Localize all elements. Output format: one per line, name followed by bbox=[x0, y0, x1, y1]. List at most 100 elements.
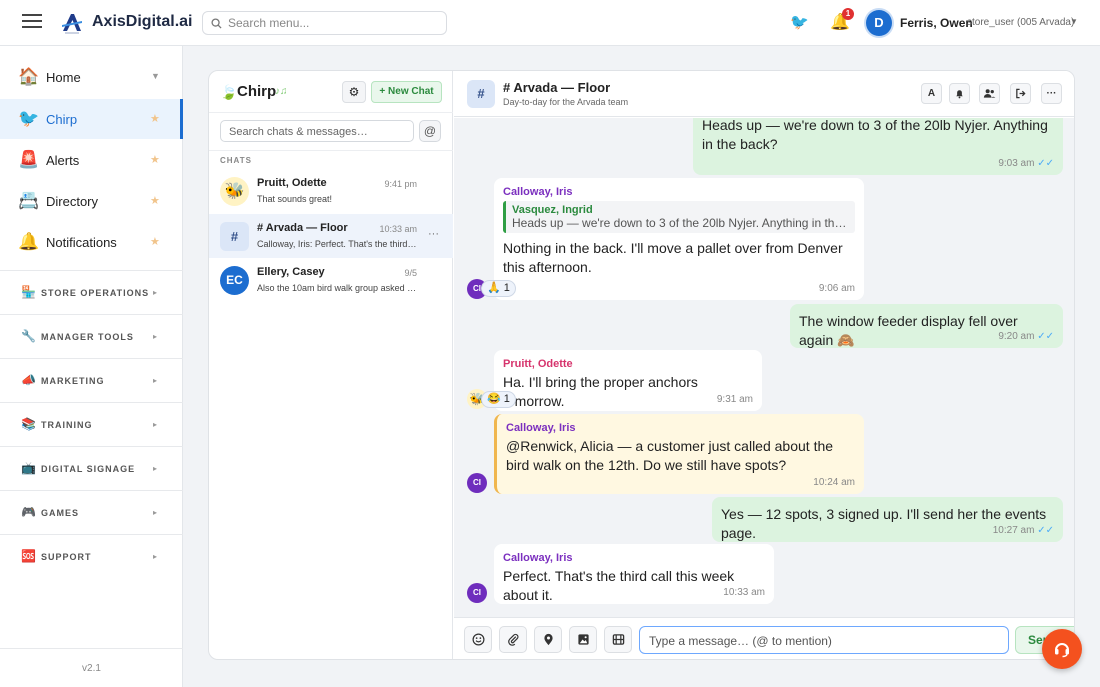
app-version: v2.1 bbox=[0, 648, 183, 687]
message-outgoing[interactable]: Yes — 12 spots, 3 signed up. I'll send h… bbox=[712, 497, 1063, 542]
favorite-star-icon[interactable]: ★ bbox=[150, 153, 160, 166]
books-icon: 📚 bbox=[21, 417, 36, 431]
chat-search-input[interactable] bbox=[229, 124, 409, 139]
gif-button[interactable] bbox=[604, 626, 632, 653]
message-sender[interactable]: Calloway, Iris bbox=[506, 422, 855, 434]
user-avatar[interactable]: D bbox=[866, 10, 892, 36]
store-icon: 🏪 bbox=[21, 285, 36, 299]
leave-chat-button[interactable] bbox=[1010, 83, 1031, 104]
sidebar-item-alerts[interactable]: 🚨 Alerts ★ bbox=[0, 140, 183, 180]
top-bar: AxisDigital.ai 🐦 🔔 1 D Ferris, Owen stor… bbox=[0, 0, 1100, 46]
user-menu-caret-icon[interactable]: ▼ bbox=[1070, 17, 1078, 26]
sender-avatar[interactable]: CI bbox=[467, 473, 487, 493]
user-role: store_user (005 Arvada) bbox=[967, 17, 1075, 28]
text-size-button[interactable]: A bbox=[921, 83, 942, 104]
sidebar-section-support[interactable]: 🆘 SUPPORT ▸ bbox=[0, 534, 183, 578]
hamburger-menu-icon[interactable] bbox=[22, 14, 42, 32]
music-notes-icon: ♪♫ bbox=[275, 86, 288, 97]
reaction-pill[interactable]: 😂 1 bbox=[481, 391, 516, 408]
emoji-button[interactable] bbox=[464, 626, 492, 653]
divider bbox=[209, 150, 453, 151]
sidebar-item-directory[interactable]: 📇 Directory ★ bbox=[0, 181, 183, 221]
mute-bell-button[interactable] bbox=[949, 83, 970, 104]
gear-icon: ⚙ bbox=[348, 85, 360, 99]
sidebar-section-digital-signage[interactable]: 📺 DIGITAL SIGNAGE ▸ bbox=[0, 446, 183, 490]
message-sender[interactable]: Pruitt, Odette bbox=[503, 358, 753, 370]
attach-button[interactable] bbox=[499, 626, 527, 653]
sidebar-item-label: Directory bbox=[46, 194, 99, 209]
sidebar: 🏠 Home ▼ 🐦 Chirp ★ 🚨 Alerts ★ 📇 Director… bbox=[0, 46, 183, 687]
more-icon: ··· bbox=[1046, 88, 1057, 99]
bell-icon bbox=[956, 90, 963, 99]
more-options-icon[interactable]: ··· bbox=[428, 228, 439, 240]
mentions-button[interactable]: @ bbox=[419, 120, 441, 142]
location-button[interactable] bbox=[534, 626, 562, 653]
message-text: Ha. I'll bring the proper anchors tomorr… bbox=[503, 374, 698, 409]
chevron-down-icon[interactable]: ▼ bbox=[151, 71, 160, 81]
sidebar-section-store-operations[interactable]: 🏪 STORE OPERATIONS ▸ bbox=[0, 270, 183, 314]
conversation-title: # Arvada — Floor bbox=[503, 80, 611, 95]
chat-avatar: EC bbox=[220, 266, 249, 295]
chat-name: Pruitt, Odette bbox=[257, 177, 327, 189]
favorite-star-icon[interactable]: ★ bbox=[150, 194, 160, 207]
chat-row-arvada-floor[interactable]: # # Arvada — Floor 10:33 am Calloway, Ir… bbox=[209, 214, 453, 258]
chat-preview: Calloway, Iris: Perfect. That's the thir… bbox=[257, 239, 417, 249]
chat-search-box[interactable] bbox=[220, 120, 414, 142]
conversation-header: # # Arvada — Floor Day-to-day for the Ar… bbox=[454, 71, 1074, 117]
message-outgoing[interactable]: The window feeder display fell over agai… bbox=[790, 304, 1063, 348]
chevron-right-icon: ▸ bbox=[153, 552, 158, 561]
message-outgoing[interactable]: Heads up — we're down to 3 of the 20lb N… bbox=[693, 118, 1063, 175]
favorite-star-icon[interactable]: ★ bbox=[150, 235, 160, 248]
members-button[interactable] bbox=[979, 83, 1000, 104]
axis-logo-icon[interactable] bbox=[60, 11, 84, 35]
leaf-icon: 🍃 bbox=[220, 84, 238, 100]
channel-hash-icon: # bbox=[467, 80, 495, 108]
sidebar-item-chirp[interactable]: 🐦 Chirp ★ bbox=[0, 99, 183, 139]
section-label: MANAGER TOOLS bbox=[41, 332, 134, 342]
sidebar-section-training[interactable]: 📚 TRAINING ▸ bbox=[0, 402, 183, 446]
message-input[interactable] bbox=[649, 633, 999, 648]
chat-row-pruitt[interactable]: 🐝 Pruitt, Odette 9:41 pm That sounds gre… bbox=[209, 169, 453, 213]
message-sender[interactable]: Calloway, Iris bbox=[503, 186, 855, 198]
read-ticks-icon: ✓✓ bbox=[1037, 525, 1054, 536]
message-input-box[interactable] bbox=[639, 626, 1009, 654]
chirp-bird-icon[interactable]: 🐦 bbox=[790, 13, 809, 31]
sidebar-section-marketing[interactable]: 📣 MARKETING ▸ bbox=[0, 358, 183, 402]
message-incoming[interactable]: Calloway, Iris Perfect. That's the third… bbox=[494, 544, 774, 604]
message-mention[interactable]: Calloway, Iris @Renwick, Alicia — a cust… bbox=[494, 414, 864, 494]
new-chat-button[interactable]: + New Chat bbox=[371, 81, 442, 103]
chat-row-ellery[interactable]: EC Ellery, Casey 9/5 Also the 10am bird … bbox=[209, 258, 453, 302]
sos-icon: 🆘 bbox=[21, 549, 36, 563]
read-ticks-icon: ✓✓ bbox=[1037, 158, 1054, 169]
help-chat-button[interactable] bbox=[1042, 629, 1082, 669]
image-icon bbox=[578, 634, 589, 645]
menu-search-input[interactable] bbox=[228, 15, 438, 31]
sender-avatar[interactable]: CI bbox=[467, 583, 487, 603]
image-button[interactable] bbox=[569, 626, 597, 653]
menu-search-box[interactable] bbox=[202, 11, 447, 35]
sidebar-item-home[interactable]: 🏠 Home ▼ bbox=[0, 57, 183, 97]
film-icon bbox=[612, 634, 625, 645]
chevron-right-icon: ▸ bbox=[153, 288, 158, 297]
message-incoming[interactable]: Pruitt, Odette Ha. I'll bring the proper… bbox=[494, 350, 762, 411]
sidebar-item-notifications[interactable]: 🔔 Notifications ★ bbox=[0, 222, 183, 262]
chevron-right-icon: ▸ bbox=[153, 332, 158, 341]
message-incoming[interactable]: Calloway, Iris Vasquez, Ingrid Heads up … bbox=[494, 178, 864, 300]
message-time: 10:33 am bbox=[723, 587, 765, 598]
plus-icon: + bbox=[379, 86, 389, 97]
message-sender[interactable]: Calloway, Iris bbox=[503, 552, 765, 564]
section-label: TRAINING bbox=[41, 420, 93, 430]
sidebar-section-manager-tools[interactable]: 🔧 MANAGER TOOLS ▸ bbox=[0, 314, 183, 358]
favorite-star-icon[interactable]: ★ bbox=[150, 112, 160, 125]
more-options-button[interactable]: ··· bbox=[1041, 83, 1062, 104]
user-name[interactable]: Ferris, Owen bbox=[900, 16, 973, 30]
brand-name[interactable]: AxisDigital.ai bbox=[92, 13, 192, 31]
message-text: Yes — 12 spots, 3 signed up. I'll send h… bbox=[721, 506, 1047, 541]
chat-settings-button[interactable]: ⚙ bbox=[342, 81, 366, 103]
paperclip-icon bbox=[508, 633, 519, 646]
sidebar-section-games[interactable]: 🎮 GAMES ▸ bbox=[0, 490, 183, 534]
message-time: 10:24 am bbox=[813, 477, 855, 488]
reaction-pill[interactable]: 🙏 1 bbox=[481, 280, 516, 297]
quoted-reply[interactable]: Vasquez, Ingrid Heads up — we're down to… bbox=[503, 201, 855, 233]
message-time: 9:31 am bbox=[716, 394, 753, 405]
